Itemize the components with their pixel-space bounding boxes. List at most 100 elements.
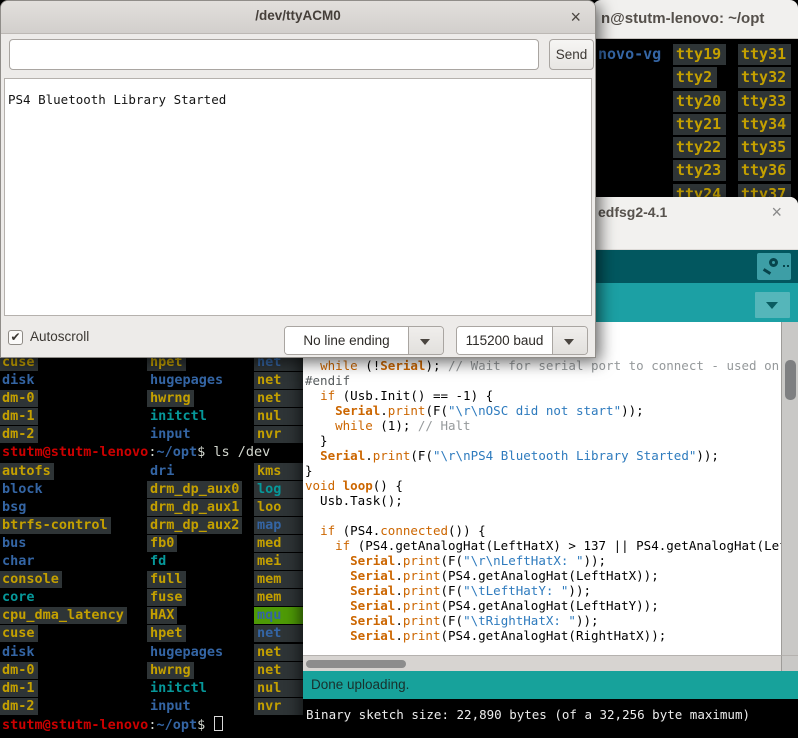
- code-token: Serial: [320, 448, 365, 463]
- terminal-right-output[interactable]: novo-vgtty19tty31tty2tty32tty20tty33tty2…: [593, 44, 798, 207]
- code-line: }: [305, 463, 781, 478]
- console-output: Binary sketch size: 22,890 bytes (of a 3…: [303, 699, 798, 738]
- code-line: Serial.print(F("\r\nPS4 Bluetooth Librar…: [305, 448, 781, 463]
- code-token: Serial: [350, 628, 395, 643]
- code-token: );: [425, 358, 448, 373]
- code-token: (1);: [373, 418, 418, 433]
- code-token: (F(: [440, 553, 463, 568]
- code-token: void: [305, 478, 335, 493]
- code-token: .: [395, 598, 403, 613]
- code-token: "\r\nPS4 Bluetooth Library Started": [433, 448, 696, 463]
- terminal-cursor[interactable]: [214, 716, 223, 731]
- terminal-right-titlebar[interactable]: n@stutm-lenovo: ~/opt: [593, 0, 798, 39]
- chevron-down-icon[interactable]: [552, 327, 587, 354]
- code-token: .: [365, 448, 373, 463]
- horizontal-scrollbar[interactable]: [303, 655, 781, 671]
- code-line: if (PS4.getAnalogHat(LeftHatX) > 137 || …: [305, 538, 781, 553]
- magnifier-handle-icon: [763, 268, 771, 275]
- code-editor[interactable]: while (!Serial); // Wait for serial port…: [303, 322, 781, 655]
- code-token: if: [320, 388, 335, 403]
- baud-select[interactable]: 115200 baud: [456, 326, 588, 355]
- code-token: (PS4.getAnalogHat(LeftHatY));: [440, 598, 658, 613]
- code-token: (F(: [410, 448, 433, 463]
- baud-value: 115200 baud: [457, 327, 552, 354]
- magnifier-dots-icon: [783, 265, 789, 267]
- dev-entry: input: [150, 698, 191, 715]
- prompt-segment: $: [197, 717, 213, 733]
- code-token: Serial: [380, 358, 425, 373]
- code-token: [335, 478, 343, 493]
- code-token: Serial: [350, 598, 395, 613]
- terminal-row: cpu_dma_latencyHAXmqu: [0, 607, 303, 625]
- code-token: .: [395, 553, 403, 568]
- code-token: (F(: [425, 403, 448, 418]
- terminal-row: dm-1initctlnul: [0, 680, 303, 698]
- tabs-dropdown-button[interactable]: [755, 292, 790, 318]
- code-token: Serial: [335, 403, 380, 418]
- code-token: print: [403, 598, 441, 613]
- code-token: [305, 418, 335, 433]
- terminal-row: autofsdrikms: [0, 463, 303, 481]
- dev-entry: med: [254, 535, 303, 552]
- dev-entry: hwrng: [147, 662, 194, 679]
- send-button[interactable]: Send: [549, 39, 594, 70]
- dev-entry: fuse: [147, 589, 186, 606]
- dev-entry: bsg: [2, 499, 26, 516]
- terminal-window-left[interactable]: cusehpetnetdiskhugepagesnetdm-0hwrngnetd…: [0, 346, 303, 738]
- terminal-row: diskhugepagesnet: [0, 644, 303, 662]
- code-token: "\r\nLeftHatX: ": [463, 553, 583, 568]
- code-line: Usb.Task();: [305, 493, 781, 508]
- chevron-down-icon[interactable]: [408, 327, 443, 354]
- serial-monitor-button[interactable]: [757, 253, 791, 280]
- dev-entry: nul: [254, 408, 303, 425]
- code-line: Serial.print(PS4.getAnalogHat(LeftHatX))…: [305, 568, 781, 583]
- code-token: Serial: [350, 613, 395, 628]
- serial-output-text: PS4 Bluetooth Library Started: [8, 92, 226, 107]
- terminal-row: btrfs-controldrm_dp_aux2map: [0, 517, 303, 535]
- code-token: if: [320, 523, 335, 538]
- dev-entry: autofs: [0, 463, 54, 480]
- tty-entry: tty34: [738, 114, 791, 135]
- serial-monitor-titlebar[interactable]: /dev/ttyACM0 ×: [1, 1, 595, 34]
- status-text: Done uploading.: [311, 677, 409, 692]
- tty-row: tty21tty34: [593, 114, 798, 137]
- code-line: Serial.print(F("\tRightHatX: "));: [305, 613, 781, 628]
- serial-input[interactable]: [9, 39, 539, 70]
- code-token: [305, 403, 335, 418]
- autoscroll-checkbox[interactable]: ✔: [8, 330, 23, 345]
- dev-entry: core: [2, 589, 35, 606]
- dev-entry: nul: [254, 680, 303, 697]
- serial-output[interactable]: PS4 Bluetooth Library Started: [4, 78, 592, 316]
- tty-entry: tty19: [673, 44, 726, 65]
- vertical-scrollbar-thumb[interactable]: [785, 360, 796, 400]
- horizontal-scrollbar-thumb[interactable]: [306, 660, 406, 668]
- code-line: void loop() {: [305, 478, 781, 493]
- code-token: "\tLeftHatY: ": [463, 583, 568, 598]
- desktop: n@stutm-lenovo: ~/opt novo-vgtty19tty31t…: [0, 0, 798, 738]
- code-token: [305, 568, 350, 583]
- code-token: Serial: [350, 583, 395, 598]
- dev-entry: dm-0: [0, 662, 38, 679]
- terminal-row: charfdmei: [0, 553, 303, 571]
- vertical-scrollbar[interactable]: [781, 322, 798, 655]
- code-token: [305, 358, 320, 373]
- close-icon[interactable]: ×: [570, 8, 581, 26]
- close-icon[interactable]: ×: [771, 203, 782, 221]
- tty-entry: tty22: [673, 137, 726, 158]
- code-token: (PS4.getAnalogHat(LeftHatX));: [440, 568, 658, 583]
- line-ending-select[interactable]: No line ending: [284, 326, 444, 355]
- dev-entry: loo: [254, 499, 303, 516]
- code-line: Serial.print(F("\r\nLeftHatX: "));: [305, 553, 781, 568]
- dev-entry: cuse: [0, 625, 38, 642]
- tty-entry: tty31: [738, 44, 791, 65]
- code-token: .: [380, 403, 388, 418]
- code-token: (F(: [440, 613, 463, 628]
- code-line: Serial.print(F("\tLeftHatY: "));: [305, 583, 781, 598]
- prompt-line: stutm@stutm-lenovo:~/opt$: [2, 716, 223, 734]
- dev-entry: full: [147, 571, 186, 588]
- code-line: Serial.print(PS4.getAnalogHat(LeftHatY))…: [305, 598, 781, 613]
- dev-entry: kms: [254, 463, 303, 480]
- terminal-prompt-row: stutm@stutm-lenovo:~/opt$: [0, 716, 303, 734]
- dev-entry: initctl: [150, 680, 207, 697]
- code-token: while: [320, 358, 358, 373]
